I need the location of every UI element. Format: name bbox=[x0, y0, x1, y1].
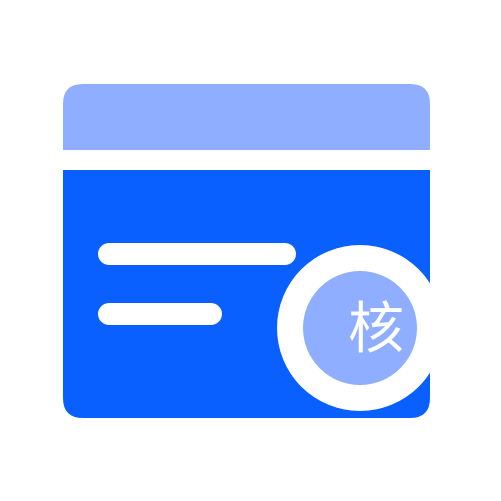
badge-label: 核 bbox=[348, 297, 404, 362]
text-line-short bbox=[98, 303, 222, 325]
card-svg: 核 bbox=[63, 84, 443, 418]
card-header bbox=[63, 84, 430, 150]
text-line-long bbox=[98, 243, 296, 265]
verification-card-icon: 核 bbox=[0, 0, 501, 501]
